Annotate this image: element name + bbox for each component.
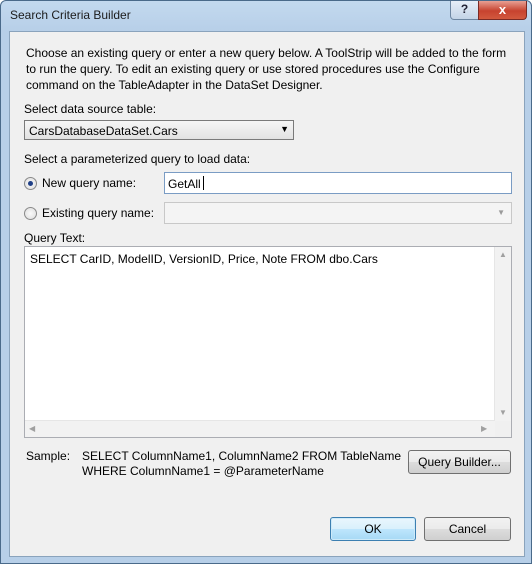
arrow-left-icon[interactable]: ◀	[29, 424, 35, 433]
sample-label: Sample:	[26, 449, 71, 463]
query-text-area[interactable]: SELECT CarID, ModelID, VersionID, Price,…	[24, 246, 512, 438]
new-query-name-value: GetAll	[168, 177, 201, 191]
new-query-name-input[interactable]: GetAll	[164, 172, 512, 194]
arrow-right-icon[interactable]: ▶	[481, 424, 487, 433]
query-text-value: SELECT CarID, ModelID, VersionID, Price,…	[30, 252, 378, 266]
cancel-button[interactable]: Cancel	[424, 517, 511, 541]
title-bar[interactable]: Search Criteria Builder ? x	[1, 1, 531, 29]
existing-query-combobox[interactable]: ▼	[164, 202, 512, 224]
close-button[interactable]: x	[478, 1, 527, 20]
new-query-radio[interactable]	[24, 177, 37, 190]
intro-text: Choose an existing query or enter a new …	[26, 46, 507, 92]
query-builder-button[interactable]: Query Builder...	[408, 450, 511, 474]
data-source-combobox[interactable]: CarsDatabaseDataSet.Cars ▼	[24, 120, 294, 140]
text-caret	[203, 176, 204, 190]
arrow-down-icon[interactable]: ▼	[499, 408, 507, 417]
data-source-label: Select data source table:	[24, 102, 157, 116]
dialog-body: Choose an existing query or enter a new …	[9, 31, 525, 557]
close-icon: x	[498, 2, 507, 17]
horizontal-scrollbar[interactable]: ◀ ▶	[25, 420, 495, 437]
existing-query-label[interactable]: Existing query name:	[42, 206, 154, 220]
new-query-label[interactable]: New query name:	[42, 176, 136, 190]
arrow-up-icon[interactable]: ▲	[499, 250, 507, 259]
existing-query-radio[interactable]	[24, 207, 37, 220]
sample-line-2: WHERE ColumnName1 = @ParameterName	[82, 464, 324, 478]
help-button[interactable]: ?	[450, 1, 479, 20]
data-source-value: CarsDatabaseDataSet.Cars	[29, 124, 178, 138]
ok-button[interactable]: OK	[330, 517, 416, 541]
query-text-label: Query Text:	[24, 231, 86, 245]
dialog-window: Search Criteria Builder ? x Choose an ex…	[0, 0, 532, 564]
window-title: Search Criteria Builder	[10, 8, 131, 22]
chevron-down-icon: ▼	[280, 124, 289, 134]
chevron-down-icon: ▼	[497, 208, 505, 217]
sample-line-1: SELECT ColumnName1, ColumnName2 FROM Tab…	[82, 449, 402, 463]
param-query-label: Select a parameterized query to load dat…	[24, 152, 251, 166]
scrollbar-corner	[495, 421, 511, 437]
vertical-scrollbar[interactable]: ▲ ▼	[494, 247, 511, 421]
